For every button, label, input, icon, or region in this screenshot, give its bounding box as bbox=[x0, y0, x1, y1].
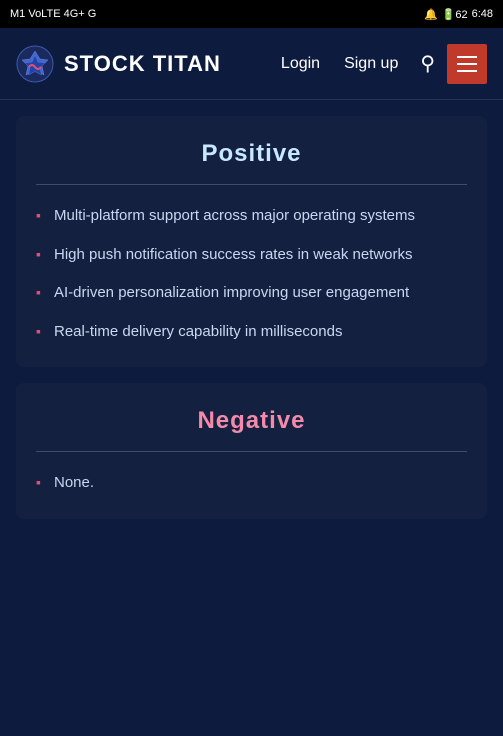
search-button[interactable]: ⚲ bbox=[412, 45, 443, 82]
brand-container: STOCK TITAN bbox=[16, 45, 271, 83]
battery-icon: 🔋62 bbox=[442, 8, 468, 21]
menu-button[interactable] bbox=[447, 44, 487, 84]
brand-title: STOCK TITAN bbox=[64, 51, 221, 77]
status-bar-right: 🔔 🔋62 6:48 bbox=[424, 8, 493, 21]
positive-card-title: Positive bbox=[36, 140, 467, 168]
negative-card-title: Negative bbox=[36, 407, 467, 435]
hamburger-line-2 bbox=[457, 63, 477, 65]
navbar-links: Login Sign up ⚲ bbox=[271, 44, 487, 84]
list-item: Multi-platform support across major oper… bbox=[36, 205, 467, 228]
signup-link[interactable]: Sign up bbox=[334, 49, 408, 79]
status-bar: M1 VoLTE 4G+ G 🔔 🔋62 6:48 bbox=[0, 0, 503, 28]
positive-title-text: Positive bbox=[201, 140, 301, 167]
negative-card: Negative None. bbox=[16, 383, 487, 519]
positive-items-list: Multi-platform support across major oper… bbox=[36, 205, 467, 343]
carrier-info: M1 VoLTE 4G+ G bbox=[10, 8, 96, 20]
hamburger-line-1 bbox=[457, 56, 477, 58]
brand-logo-icon bbox=[16, 45, 54, 83]
negative-items-list: None. bbox=[36, 472, 467, 495]
hamburger-line-3 bbox=[457, 70, 477, 72]
positive-card-divider bbox=[36, 184, 467, 185]
login-link[interactable]: Login bbox=[271, 49, 330, 79]
navbar: STOCK TITAN Login Sign up ⚲ bbox=[0, 28, 503, 100]
time-display: 6:48 bbox=[472, 8, 493, 20]
list-item: AI-driven personalization improving user… bbox=[36, 282, 467, 305]
list-item: Real-time delivery capability in millise… bbox=[36, 321, 467, 344]
search-icon: ⚲ bbox=[420, 51, 435, 76]
negative-title-text: Negative bbox=[197, 407, 305, 434]
negative-card-divider bbox=[36, 451, 467, 452]
alarm-icon: 🔔 bbox=[424, 8, 438, 21]
positive-card: Positive Multi-platform support across m… bbox=[16, 116, 487, 367]
list-item: None. bbox=[36, 472, 467, 495]
main-content: Positive Multi-platform support across m… bbox=[0, 100, 503, 551]
list-item: High push notification success rates in … bbox=[36, 244, 467, 267]
status-bar-left: M1 VoLTE 4G+ G bbox=[10, 8, 96, 20]
